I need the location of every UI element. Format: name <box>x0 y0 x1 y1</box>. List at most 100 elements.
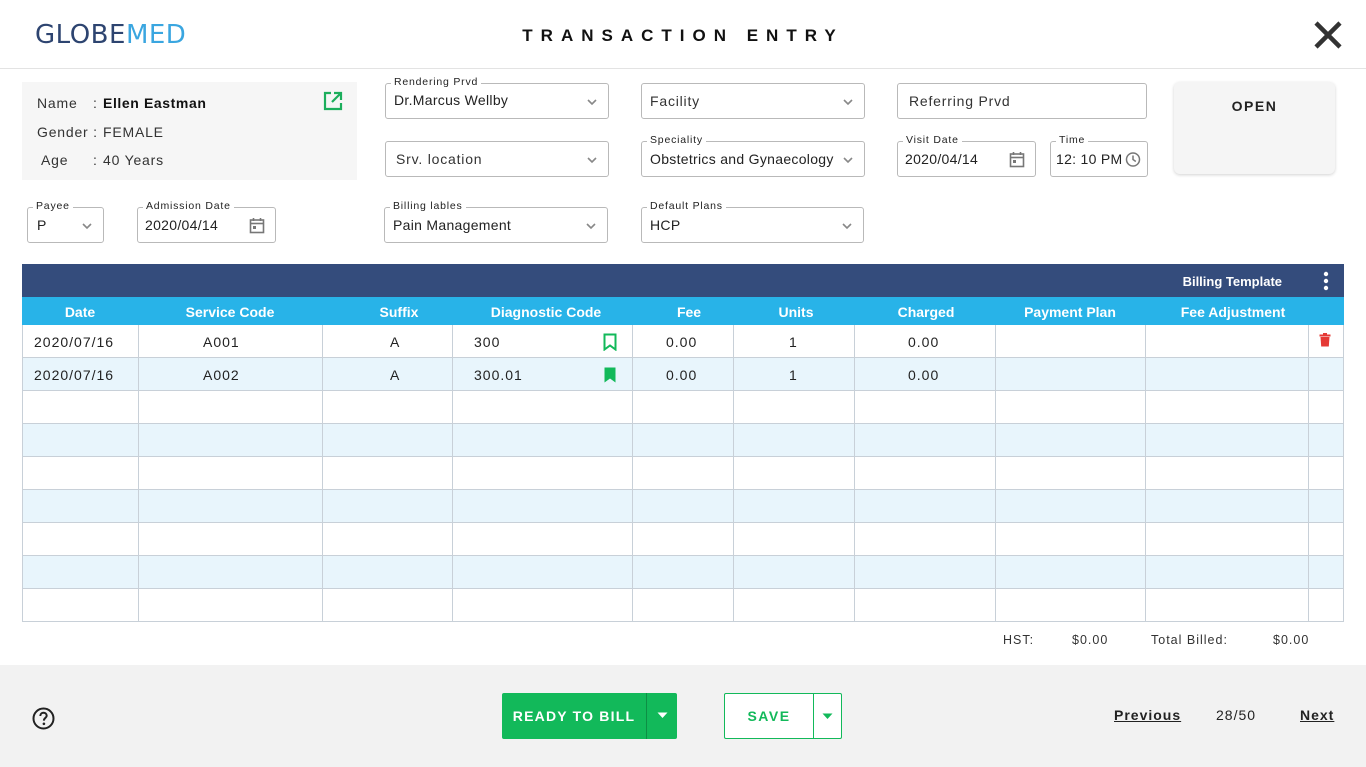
srv-location-placeholder: Srv. location <box>396 151 483 167</box>
rendering-prvd-value: Dr.Marcus Wellby <box>394 92 509 108</box>
table-row[interactable]: 2020/07/16 A001 A 300 0.00 1 0.00 <box>22 325 1344 358</box>
table-toolbar: Billing Template <box>22 264 1344 297</box>
col-charged: Charged <box>897 304 955 320</box>
open-button-label: OPEN <box>1231 98 1278 114</box>
bookmark-outline-icon[interactable] <box>603 333 617 351</box>
table-row[interactable]: 2020/07/16 A002 A 300.01 0.00 1 0.00 <box>22 358 1344 391</box>
help-icon <box>32 707 55 730</box>
billing-template-button[interactable]: Billing Template <box>1183 274 1282 289</box>
col-payment-plan: Payment Plan <box>1024 304 1116 320</box>
table-row[interactable] <box>22 556 1344 589</box>
total-billed-label: Total Billed: <box>1151 633 1228 647</box>
chevron-down-icon <box>842 223 852 230</box>
more-vertical-icon[interactable] <box>1320 271 1332 291</box>
caret-down-icon <box>657 712 668 718</box>
cell-service-code[interactable]: A002 <box>203 367 240 383</box>
bookmark-filled-icon[interactable] <box>603 366 617 384</box>
payee-label: Payee <box>33 200 73 212</box>
open-patient-external-button[interactable] <box>322 90 344 112</box>
total-billed-value: $0.00 <box>1273 633 1310 647</box>
page-title: TRANSACTION ENTRY <box>522 26 844 45</box>
col-units: Units <box>778 304 814 320</box>
header: GLOBEMED TRANSACTION ENTRY <box>0 0 1366 69</box>
payee-value: P <box>37 217 47 233</box>
payee-select[interactable]: Payee P <box>27 200 104 243</box>
rendering-prvd-select[interactable]: Rendering Prvd Dr.Marcus Wellby <box>385 76 609 119</box>
name-label: Name <box>37 95 78 111</box>
help-button[interactable] <box>32 707 55 730</box>
cell-fee[interactable]: 0.00 <box>666 334 697 350</box>
admission-date-field[interactable]: Admission Date 2020/04/14 <box>137 200 276 243</box>
save-dropdown-button[interactable] <box>813 693 842 739</box>
clock-icon[interactable] <box>1125 151 1141 168</box>
chevron-down-icon <box>587 99 597 106</box>
cell-suffix[interactable]: A <box>390 334 400 350</box>
table-row[interactable] <box>22 391 1344 424</box>
admission-date-label: Admission Date <box>143 200 234 212</box>
patient-gender: FEMALE <box>103 124 164 140</box>
chevron-down-icon <box>82 223 92 230</box>
ready-to-bill-dropdown-button[interactable] <box>646 693 677 739</box>
chevron-down-icon <box>843 157 853 164</box>
visit-date-label: Visit Date <box>903 134 962 146</box>
billing-labels-select[interactable]: Billing lables Pain Management <box>384 200 608 243</box>
previous-link[interactable]: Previous <box>1114 707 1181 723</box>
chevron-down-icon <box>587 157 597 164</box>
table-row[interactable] <box>22 523 1344 556</box>
table-row[interactable] <box>22 589 1344 622</box>
calendar-icon[interactable] <box>1009 151 1025 168</box>
srv-location-select[interactable]: Srv. location <box>385 141 609 177</box>
patient-gender-row: Gender : FEMALE <box>37 124 163 140</box>
table-row[interactable] <box>22 457 1344 490</box>
speciality-select[interactable]: Speciality Obstetrics and Gynaecology <box>641 134 865 177</box>
col-diagnostic-code: Diagnostic Code <box>490 304 602 320</box>
open-button[interactable]: OPEN <box>1174 82 1335 174</box>
transaction-entry-page: GLOBEMED TRANSACTION ENTRY Name: Ellen Ea… <box>0 0 1366 767</box>
cell-charged[interactable]: 0.00 <box>908 334 939 350</box>
cell-units[interactable]: 1 <box>789 334 798 350</box>
age-separator: : <box>93 152 98 168</box>
default-plans-value: HCP <box>650 217 681 233</box>
referring-prvd-input[interactable]: Referring Prvd <box>897 83 1147 119</box>
save-button[interactable]: SAVE <box>724 693 814 739</box>
age-label: Age <box>41 152 69 168</box>
cell-diagnostic-code[interactable]: 300 <box>474 334 500 350</box>
time-label: Time <box>1056 134 1089 146</box>
cell-diagnostic-code[interactable]: 300.01 <box>474 367 523 383</box>
name-separator: : <box>93 95 98 111</box>
default-plans-select[interactable]: Default Plans HCP <box>641 200 864 243</box>
time-value: 12: 10 PM <box>1056 151 1123 167</box>
rendering-prvd-label: Rendering Prvd <box>391 76 482 88</box>
default-plans-label: Default Plans <box>647 200 726 212</box>
next-link[interactable]: Next <box>1300 707 1334 723</box>
cell-fee[interactable]: 0.00 <box>666 367 697 383</box>
patient-name: Ellen Eastman <box>103 95 207 111</box>
ready-to-bill-button[interactable]: READY TO BILL <box>502 693 646 739</box>
col-fee: Fee <box>676 304 702 320</box>
time-field[interactable]: Time 12: 10 PM <box>1050 134 1148 177</box>
speciality-value: Obstetrics and Gynaecology <box>650 151 834 167</box>
table-row[interactable] <box>22 424 1344 457</box>
billing-labels-value: Pain Management <box>393 217 512 233</box>
close-button[interactable] <box>1310 17 1346 53</box>
visit-date-field[interactable]: Visit Date 2020/04/14 <box>897 134 1036 177</box>
hst-label: HST: <box>1003 633 1035 647</box>
cell-suffix[interactable]: A <box>390 367 400 383</box>
cell-service-code[interactable]: A001 <box>203 334 240 350</box>
billing-labels-label: Billing lables <box>390 200 466 212</box>
facility-select[interactable]: Facility <box>641 83 865 119</box>
caret-down-icon <box>822 713 833 719</box>
cell-charged[interactable]: 0.00 <box>908 367 939 383</box>
gender-label: Gender : <box>37 124 98 140</box>
page-indicator: 28/50 <box>1216 707 1257 723</box>
hst-value: $0.00 <box>1072 633 1109 647</box>
footer: READY TO BILL SAVE Previous 28/50 Next <box>0 665 1366 767</box>
col-date: Date <box>64 304 96 320</box>
cell-date[interactable]: 2020/07/16 <box>34 367 114 383</box>
calendar-icon[interactable] <box>249 217 265 234</box>
table-row[interactable] <box>22 490 1344 523</box>
cell-units[interactable]: 1 <box>789 367 798 383</box>
cell-date[interactable]: 2020/07/16 <box>34 334 114 350</box>
delete-icon[interactable] <box>1319 333 1331 347</box>
chevron-down-icon <box>843 99 853 106</box>
